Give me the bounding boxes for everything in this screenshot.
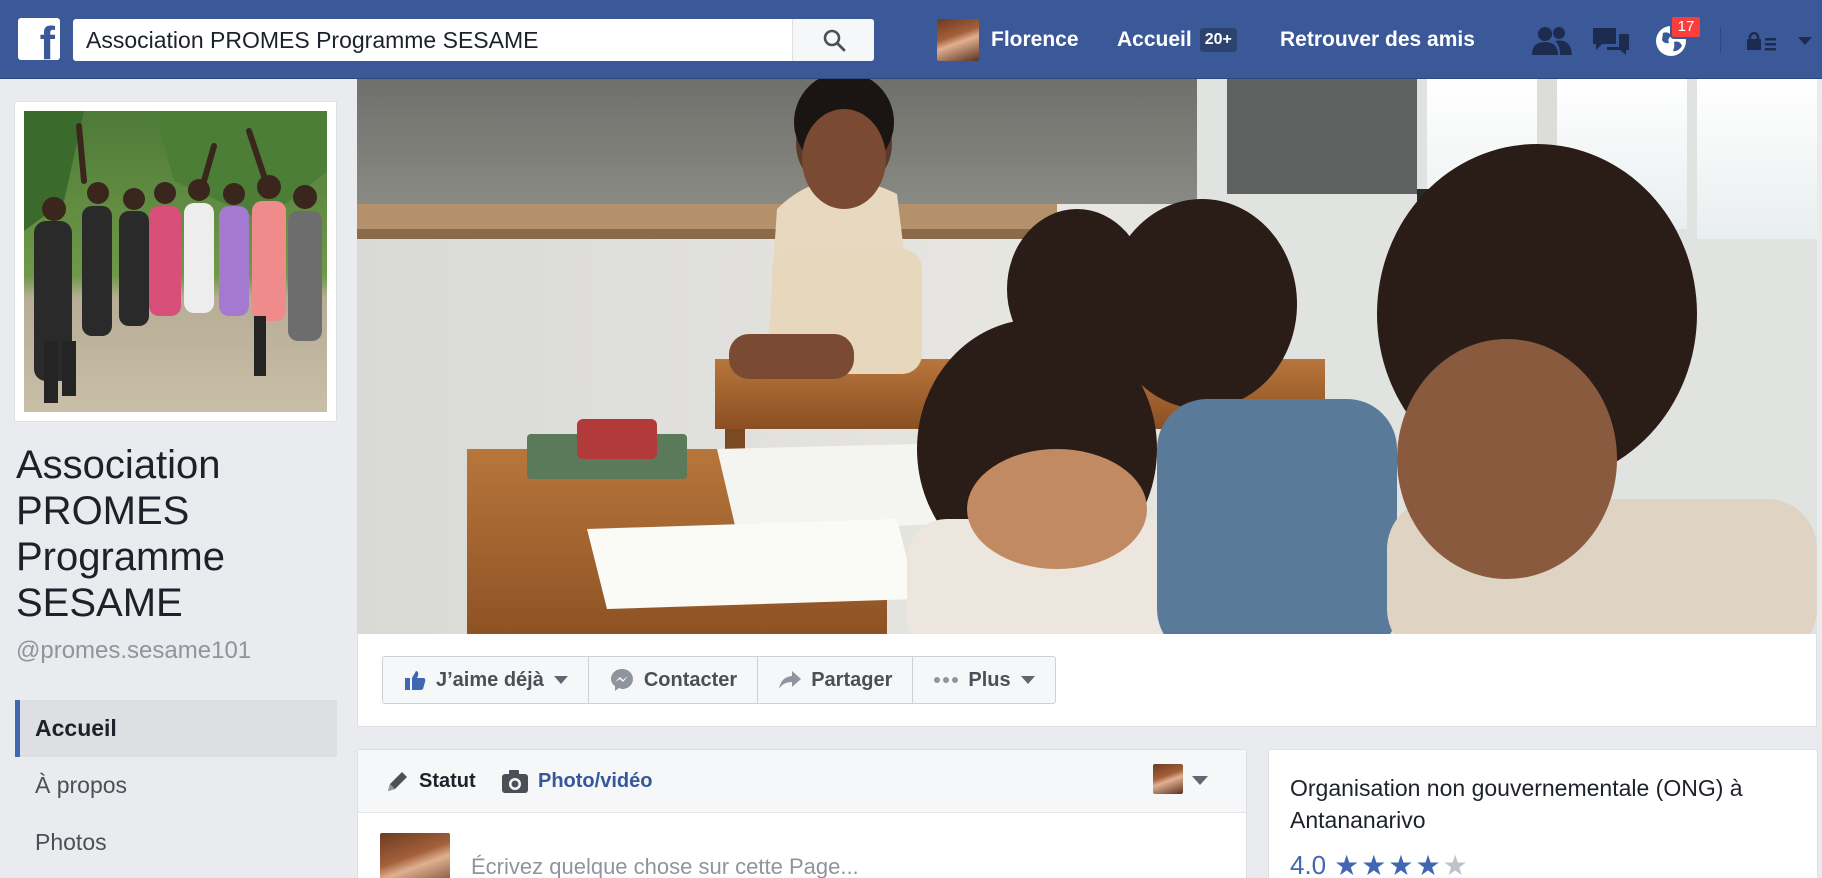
search-input[interactable] (73, 19, 793, 61)
find-friends-label: Retrouver des amis (1280, 28, 1475, 51)
avatar[interactable] (1153, 764, 1183, 794)
page-actions-strip: J’aime déjà Contacter Partager Plus (357, 634, 1817, 727)
top-navigation-bar: f Florence Accueil 20+ Retrouver des ami… (0, 0, 1822, 79)
tab-status[interactable]: Statut (384, 750, 476, 813)
page-sidebar-nav: Accueil À propos Photos (15, 700, 337, 871)
nav-divider (1720, 27, 1721, 53)
share-button[interactable]: Partager (758, 657, 914, 703)
tab-photo-video[interactable]: Photo/vidéo (501, 750, 652, 813)
friend-requests-icon (1532, 27, 1572, 55)
profile-picture (24, 111, 327, 412)
share-arrow-icon (779, 671, 802, 689)
more-dots-icon (934, 677, 959, 683)
page-category: Organisation non gouvernementale (ONG) à… (1290, 775, 1743, 833)
sidebar-item-photos[interactable]: Photos (15, 814, 337, 871)
composer-tabs: Statut Photo/vidéo (358, 750, 1246, 813)
more-label: Plus (968, 668, 1011, 691)
page-username[interactable]: @promes.sesame101 (16, 637, 251, 665)
rating-value: 4.0 (1290, 850, 1327, 878)
rating-row[interactable]: 4.0 ★ ★ ★ ★ ★ (1290, 850, 1470, 878)
page-title: Association PROMES Programme SESAME (16, 443, 225, 625)
star-icon: ★ (1361, 849, 1387, 878)
search-button[interactable] (792, 19, 874, 61)
nav-home-link[interactable]: Accueil 20+ (1117, 19, 1237, 61)
status-tab-label: Statut (419, 770, 476, 792)
notifications-count-badge: 17 (1670, 15, 1702, 39)
privacy-lock-icon (1747, 31, 1776, 51)
home-badge: 20+ (1199, 28, 1237, 52)
avatar (380, 833, 450, 878)
post-composer: Statut Photo/vidéo (357, 749, 1247, 878)
messenger-icon (610, 669, 633, 691)
about-card: Organisation non gouvernementale (ONG) à… (1268, 749, 1818, 878)
sidebar-item-about[interactable]: À propos (15, 757, 337, 814)
thumbs-up-icon (405, 671, 426, 690)
account-menu-button[interactable] (1790, 22, 1820, 60)
search-box (73, 19, 874, 61)
like-label: J’aime déjà (436, 668, 544, 691)
messages-icon (1593, 28, 1629, 55)
share-label: Partager (811, 668, 893, 691)
nav-profile-link[interactable]: Florence (937, 19, 1079, 61)
star-icon: ★ (1334, 849, 1360, 878)
chevron-down-icon[interactable] (1192, 776, 1208, 785)
sidebar-item-home[interactable]: Accueil (15, 700, 337, 757)
friend-requests-button[interactable] (1530, 22, 1574, 60)
photo-video-tab-label: Photo/vidéo (538, 770, 653, 792)
account-menu-caret-icon (1798, 37, 1812, 45)
search-icon (823, 29, 845, 52)
home-label: Accueil (1117, 28, 1192, 51)
facebook-logo[interactable]: f (18, 18, 60, 60)
star-empty-icon: ★ (1442, 849, 1468, 878)
profile-picture-frame[interactable] (14, 101, 337, 422)
cover-photo[interactable] (357, 79, 1817, 634)
pencil-icon (388, 771, 407, 791)
profile-name: Florence (991, 28, 1079, 51)
camera-icon (502, 769, 528, 793)
like-button[interactable]: J’aime déjà (383, 657, 589, 703)
chevron-down-icon (1020, 676, 1035, 684)
star-icon: ★ (1388, 849, 1414, 878)
composer-input[interactable] (471, 854, 1171, 878)
star-icon: ★ (1415, 849, 1441, 878)
find-friends-link[interactable]: Retrouver des amis (1280, 19, 1475, 61)
chevron-down-icon (553, 676, 568, 684)
contact-label: Contacter (643, 668, 738, 691)
messages-button[interactable] (1589, 22, 1633, 60)
privacy-shortcuts-button[interactable] (1740, 22, 1784, 60)
page-action-bar: J’aime déjà Contacter Partager Plus (382, 656, 1056, 704)
more-button[interactable]: Plus (913, 657, 1054, 703)
contact-button[interactable]: Contacter (589, 657, 759, 703)
avatar (937, 19, 979, 61)
